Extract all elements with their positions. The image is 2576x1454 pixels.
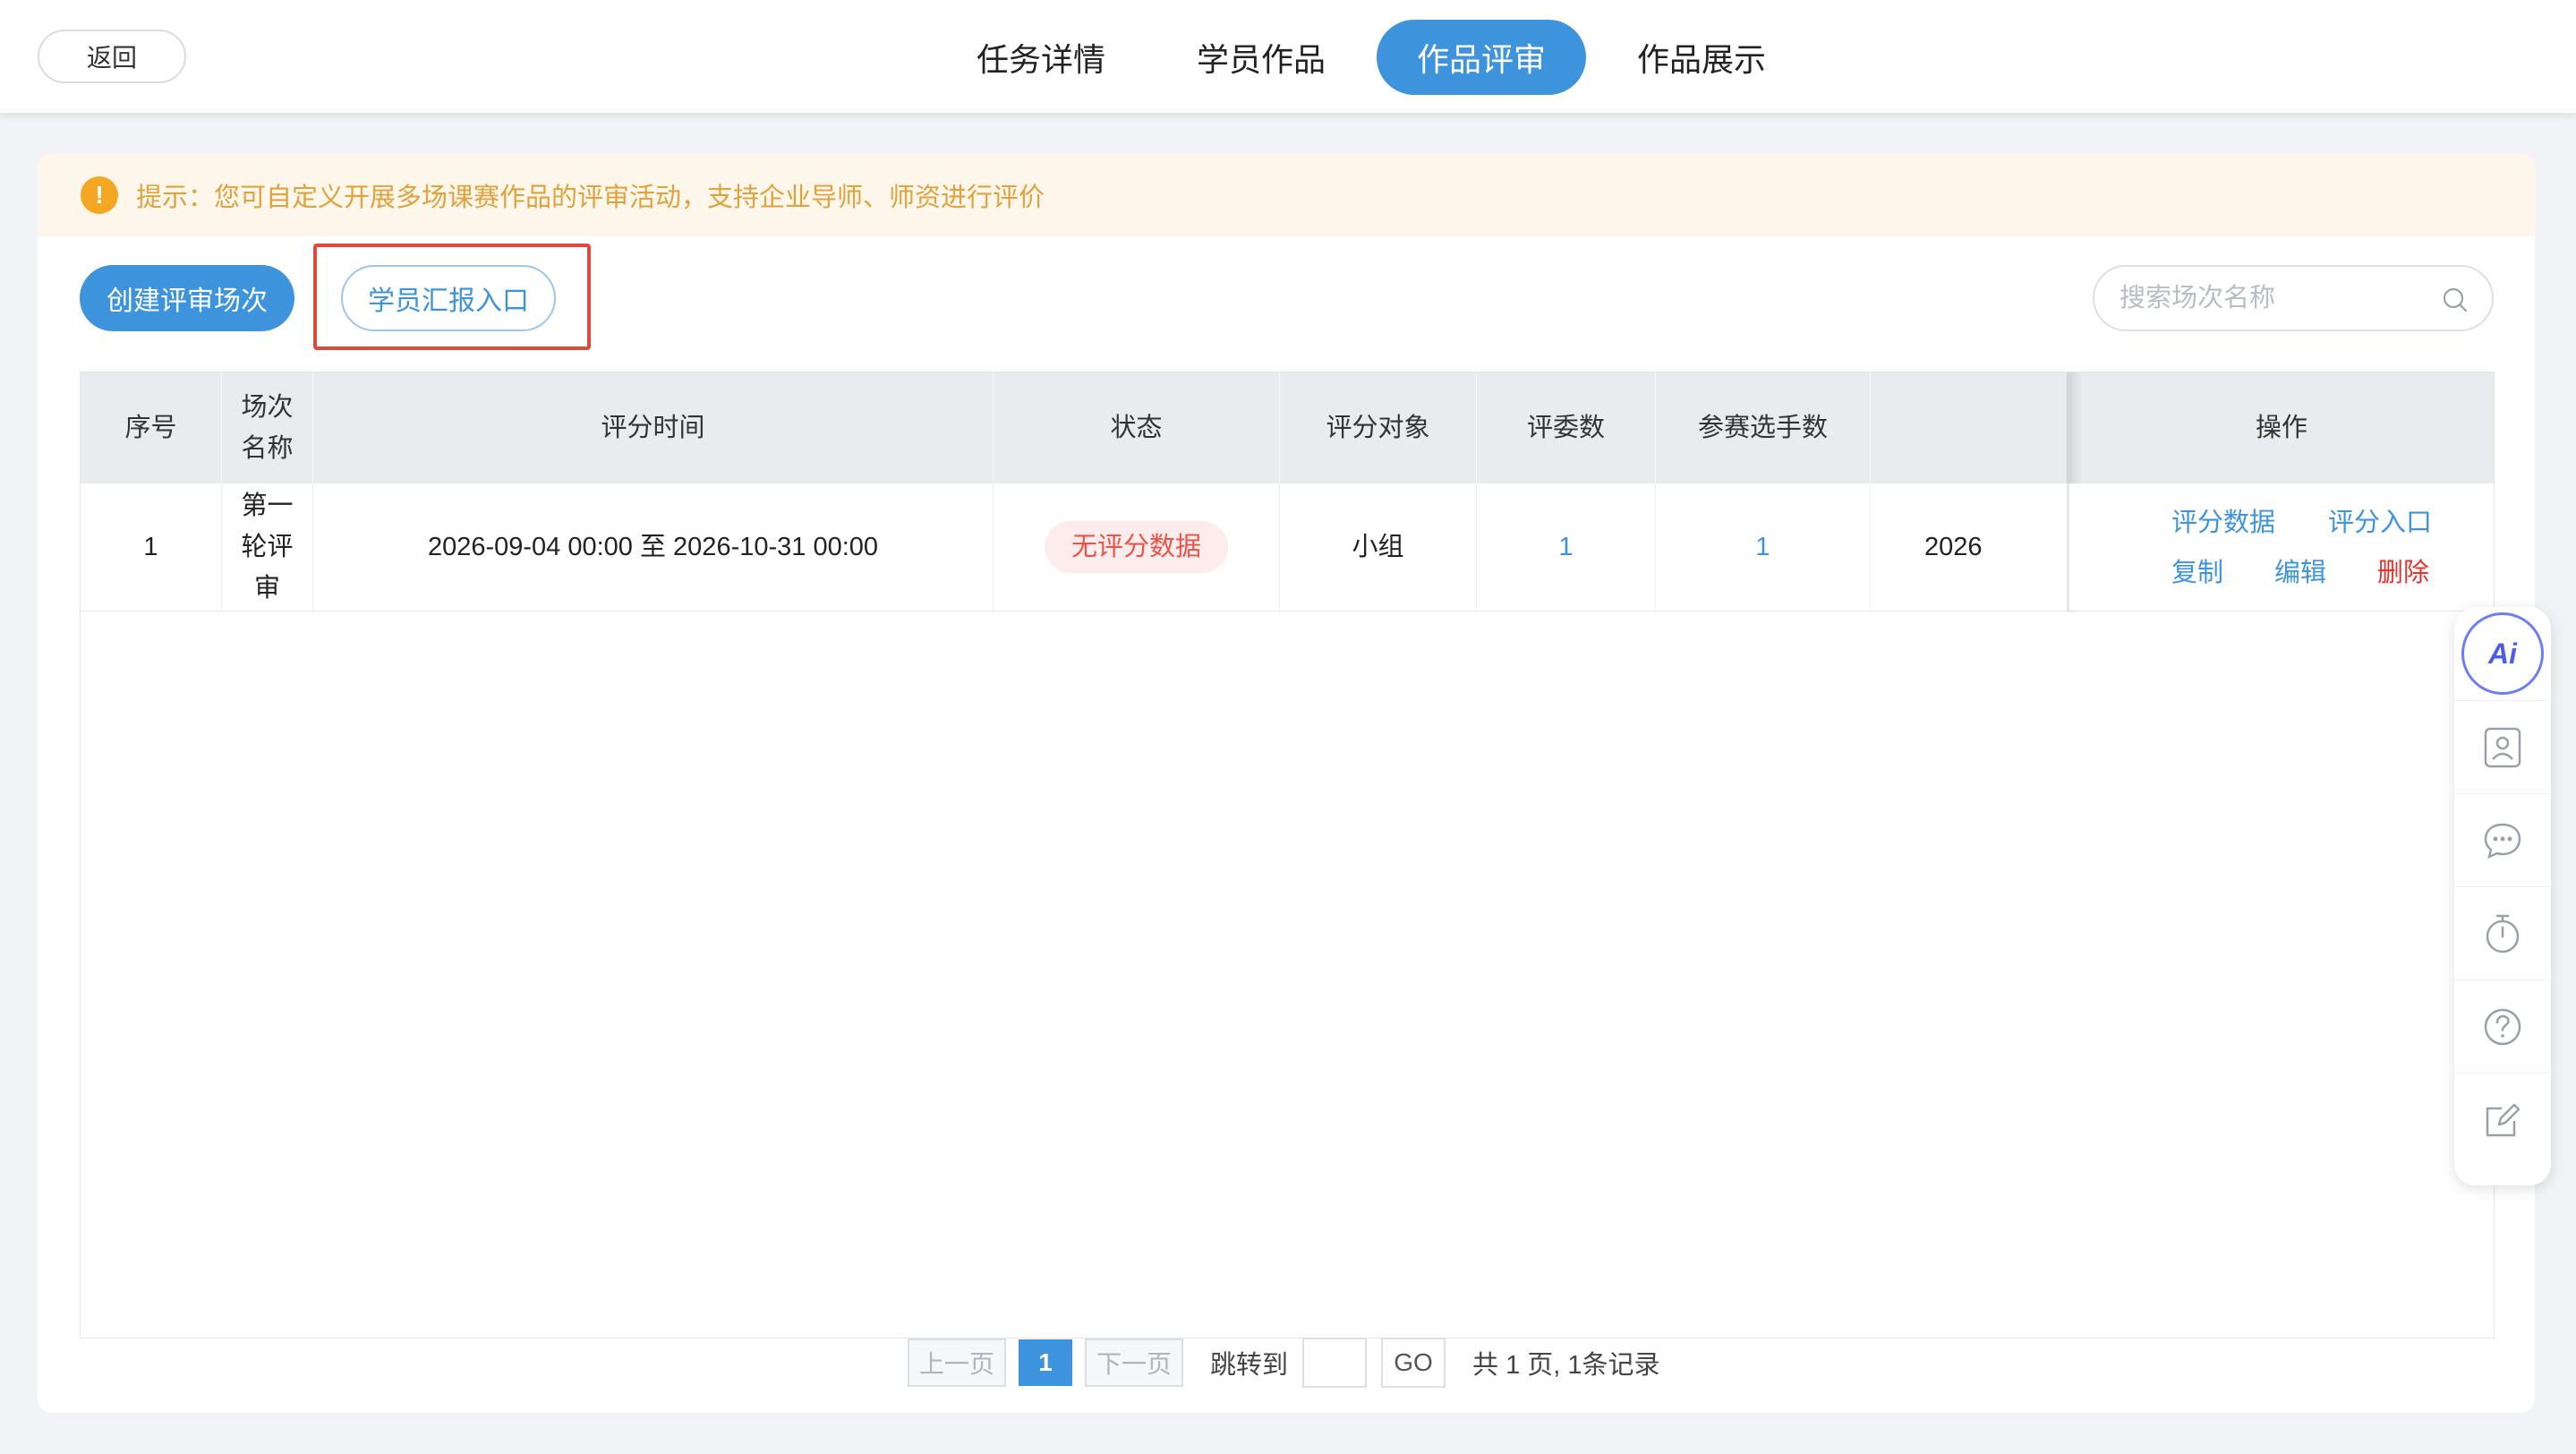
players-count-link[interactable]: 1: [1656, 483, 1871, 611]
pagination: 上一页 1 下一页 跳转到 GO 共 1 页, 1条记录: [908, 1338, 1660, 1388]
table-header: 序号 场次名称 评分时间 状态 评分对象 评委数 参赛选手数 操作: [81, 372, 2494, 483]
judges-count-link[interactable]: 1: [1477, 483, 1656, 611]
jump-to-label: 跳转到: [1210, 1351, 1289, 1380]
column-header-index: 序号: [81, 372, 222, 483]
search-icon[interactable]: [2442, 287, 2469, 313]
review-main-panel: ! 提示：您可自定义开展多场课赛作品的评审活动，支持企业导师、师资进行评价 创建…: [38, 154, 2535, 1413]
tab-work-review[interactable]: 作品评审: [1377, 20, 1587, 95]
top-navigation-bar: 返回 任务详情 学员作品 作品评审 作品展示: [0, 0, 2576, 114]
page-jump-input[interactable]: [1302, 1338, 1368, 1388]
column-header-time: 评分时间: [313, 372, 994, 483]
cell-operations: 评分数据 评分入口 复制 编辑 删除: [2069, 483, 2494, 611]
notice-banner: ! 提示：您可自定义开展多场课赛作品的评审活动，支持企业导师、师资进行评价: [38, 154, 2535, 236]
prev-page-button[interactable]: 上一页: [908, 1339, 1006, 1387]
delete-link[interactable]: 删除: [2377, 552, 2429, 589]
tab-student-works[interactable]: 学员作品: [1156, 20, 1366, 95]
edit-link[interactable]: 编辑: [2274, 552, 2326, 589]
cell-session-name: 第一轮评审: [222, 483, 313, 611]
ai-assistant-button[interactable]: Ai: [2454, 607, 2551, 700]
column-header-target: 评分对象: [1280, 372, 1477, 483]
cell-truncated-date: 2026: [1924, 533, 1983, 561]
score-entry-link[interactable]: 评分入口: [2328, 501, 2432, 539]
notice-text: 提示：您可自定义开展多场课赛作品的评审活动，支持企业导师、师资进行评价: [136, 184, 1045, 212]
next-page-button[interactable]: 下一页: [1085, 1339, 1183, 1387]
ai-icon: Ai: [2461, 612, 2544, 695]
contact-card-icon: [2484, 727, 2521, 767]
copy-link[interactable]: 复制: [2171, 552, 2223, 589]
tab-bar: 任务详情 学员作品 作品评审 作品展示: [936, 20, 1817, 95]
chat-bubble-icon: [2484, 823, 2521, 859]
create-review-session-button[interactable]: 创建评审场次: [80, 265, 294, 331]
help-button[interactable]: [2454, 979, 2551, 1073]
search-input[interactable]: [2120, 283, 2424, 313]
column-header-ops: 操作: [2255, 414, 2307, 442]
feedback-edit-button[interactable]: [2454, 1073, 2551, 1166]
review-sessions-table: 序号 场次名称 评分时间 状态 评分对象 评委数 参赛选手数 操作 1 第一轮评…: [80, 372, 2495, 1339]
column-header-judges: 评委数: [1477, 372, 1656, 483]
help-icon: [2484, 1008, 2521, 1045]
timer-button[interactable]: [2454, 886, 2551, 979]
timer-icon: [2486, 914, 2520, 953]
column-header-name: 场次名称: [222, 372, 313, 483]
floating-toolbar: Ai: [2454, 607, 2551, 1185]
column-header-status: 状态: [994, 372, 1280, 483]
back-button[interactable]: 返回: [38, 30, 186, 83]
contact-card-button[interactable]: [2454, 700, 2551, 793]
tab-task-details[interactable]: 任务详情: [936, 20, 1146, 95]
cell-score-time: 2026-09-04 00:00 至 2026-10-31 00:00: [313, 483, 994, 611]
chat-button[interactable]: [2454, 793, 2551, 886]
status-badge: 无评分数据: [1044, 521, 1228, 573]
cell-status: 无评分数据: [994, 483, 1280, 611]
edit-icon: [2486, 1103, 2521, 1136]
warning-icon: !: [81, 176, 118, 214]
column-header-players: 参赛选手数: [1656, 372, 1871, 483]
cell-index: 1: [81, 483, 222, 611]
student-report-entry-button[interactable]: 学员汇报入口: [341, 265, 556, 331]
page-number-current[interactable]: 1: [1019, 1339, 1072, 1386]
cell-target: 小组: [1280, 483, 1477, 611]
go-button[interactable]: GO: [1381, 1338, 1446, 1388]
score-data-link[interactable]: 评分数据: [2171, 501, 2275, 539]
tab-work-showcase[interactable]: 作品展示: [1597, 20, 1806, 95]
total-records: 共 1 页, 1条记录: [1472, 1351, 1660, 1380]
search-box: [2093, 265, 2494, 331]
